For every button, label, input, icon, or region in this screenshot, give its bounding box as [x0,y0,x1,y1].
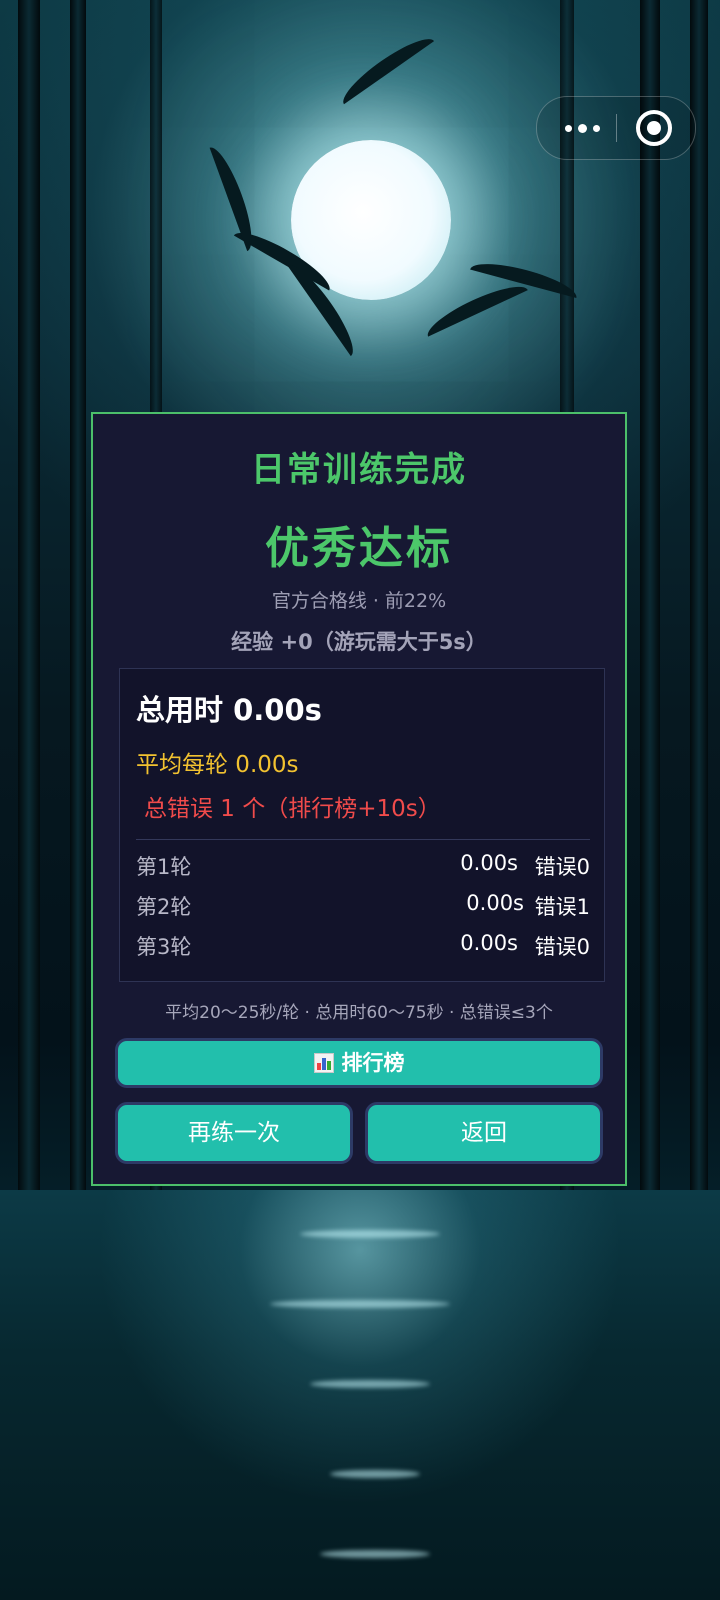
round-row: 第3轮 0.00s 错误0 [136,931,590,961]
ripple [330,1470,420,1478]
ripple [320,1550,430,1558]
round-errors: 错误1 [534,895,590,919]
round-time: 0.00s [460,931,518,955]
retry-button[interactable]: 再练一次 [115,1102,353,1164]
leaderboard-button[interactable]: 排行榜 [115,1038,603,1088]
water-reflection [0,1190,720,1600]
mini-program-capsule [536,96,696,160]
result-panel: 日常训练完成 优秀达标 官方合格线 · 前22% 经验 +0（游玩需大于5s） … [91,412,627,1186]
bar-chart-icon [313,1053,334,1073]
round-errors: 错误0 [534,855,590,879]
result-grade: 优秀达标 [265,523,453,574]
round-row: 第1轮 0.00s 错误0 [136,851,590,881]
target-circle-icon[interactable] [636,110,672,146]
leaderboard-label: 排行榜 [341,1051,405,1075]
round-name: 第1轮 [136,855,192,879]
experience-text: 经验 +0（游玩需大于5s） [231,630,487,654]
average-time: 平均每轮 0.00s [136,752,299,778]
bamboo-leaf [335,29,435,105]
ripple [270,1300,450,1308]
round-time: 0.00s [466,891,524,915]
more-dots-icon[interactable] [553,113,611,143]
divider [136,839,590,840]
round-name: 第2轮 [136,895,192,919]
result-title: 日常训练完成 [251,450,467,490]
ripple [300,1230,440,1238]
round-errors: 错误0 [534,935,590,959]
round-time: 0.00s [460,851,518,875]
stats-box: 总用时 0.00s 平均每轮 0.00s 总错误 1 个（排行榜+10s） 第1… [119,668,605,982]
total-errors: 总错误 1 个（排行榜+10s） [144,796,441,822]
ripple [310,1380,430,1388]
criteria-text: 平均20～25秒/轮 · 总用时60～75秒 · 总错误≤3个 [165,1003,553,1023]
back-button[interactable]: 返回 [365,1102,603,1164]
round-row: 第2轮 0.00s 错误1 [136,891,590,921]
capsule-divider [616,114,617,142]
bamboo-leaf [422,277,528,337]
round-name: 第3轮 [136,935,192,959]
pass-line-text: 官方合格线 · 前22% [271,590,447,612]
total-time: 总用时 0.00s [136,693,322,727]
